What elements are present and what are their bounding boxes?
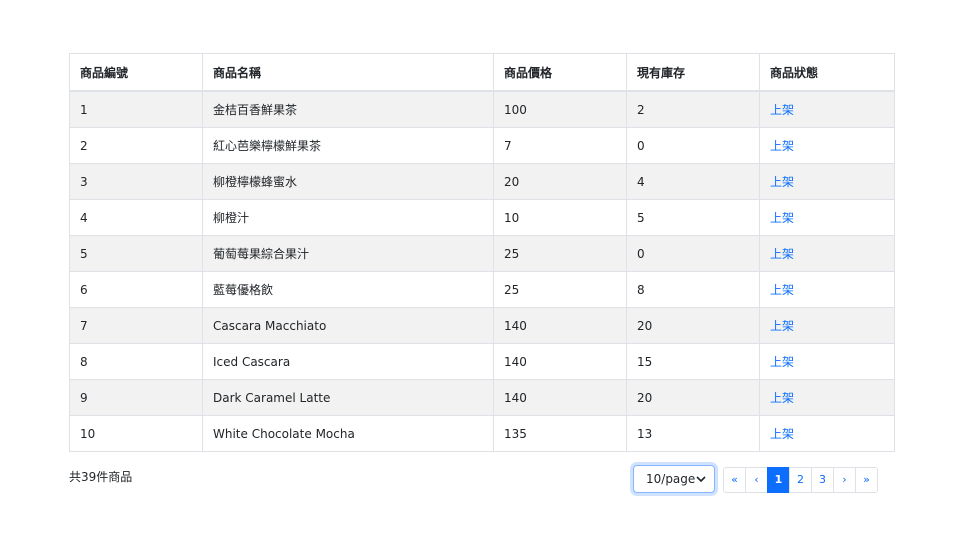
cell-product-price: 140: [493, 379, 627, 416]
cell-product-name: 葡萄莓果綜合果汁: [202, 235, 494, 272]
cell-status: 上架: [759, 235, 895, 272]
status-link[interactable]: 上架: [770, 175, 794, 189]
header-product-id: 商品編號: [69, 53, 203, 92]
cell-stock: 15: [626, 343, 760, 380]
cell-product-price: 140: [493, 307, 627, 344]
cell-status: 上架: [759, 127, 895, 164]
page-1-button[interactable]: 1: [767, 467, 790, 493]
cell-product-name: 柳橙汁: [202, 199, 494, 236]
table-footer: 共39件商品 10/page « ‹ 1 2 3 › »: [69, 465, 894, 497]
cell-product-id: 6: [69, 271, 203, 308]
cell-status: 上架: [759, 199, 895, 236]
table-row: 10 White Chocolate Mocha 135 13 上架: [69, 415, 895, 452]
status-link[interactable]: 上架: [770, 391, 794, 405]
cell-product-name: Cascara Macchiato: [202, 307, 494, 344]
cell-stock: 4: [626, 163, 760, 200]
cell-status: 上架: [759, 415, 895, 452]
table-row: 1 金桔百香鮮果茶 100 2 上架: [69, 90, 895, 128]
status-link[interactable]: 上架: [770, 355, 794, 369]
cell-status: 上架: [759, 379, 895, 416]
cell-product-id: 10: [69, 415, 203, 452]
cell-product-price: 135: [493, 415, 627, 452]
cell-stock: 5: [626, 199, 760, 236]
cell-product-name: Dark Caramel Latte: [202, 379, 494, 416]
prev-page-button[interactable]: ‹: [745, 467, 768, 493]
product-table-container: 商品編號 商品名稱 商品價格 現有庫存 商品狀態 1 金桔百香鮮果茶 100 2 上架 2…: [69, 53, 895, 452]
cell-product-name: White Chocolate Mocha: [202, 415, 494, 452]
cell-product-name: Iced Cascara: [202, 343, 494, 380]
page-3-button[interactable]: 3: [811, 467, 834, 493]
cell-product-id: 3: [69, 163, 203, 200]
cell-stock: 0: [626, 127, 760, 164]
cell-product-price: 25: [493, 271, 627, 308]
status-link[interactable]: 上架: [770, 247, 794, 261]
product-count: 共39件商品: [69, 470, 133, 484]
cell-status: 上架: [759, 343, 895, 380]
cell-product-id: 7: [69, 307, 203, 344]
cell-product-name: 藍莓優格飲: [202, 271, 494, 308]
cell-stock: 20: [626, 307, 760, 344]
product-table: 商品編號 商品名稱 商品價格 現有庫存 商品狀態 1 金桔百香鮮果茶 100 2 上架 2…: [69, 53, 895, 452]
table-row: 4 柳橙汁 10 5 上架: [69, 199, 895, 236]
table-row: 6 藍莓優格飲 25 8 上架: [69, 271, 895, 308]
cell-status: 上架: [759, 90, 895, 128]
cell-product-price: 140: [493, 343, 627, 380]
cell-product-id: 8: [69, 343, 203, 380]
cell-stock: 20: [626, 379, 760, 416]
table-row: 8 Iced Cascara 140 15 上架: [69, 343, 895, 380]
cell-product-id: 9: [69, 379, 203, 416]
table-row: 2 紅心芭樂檸檬鮮果茶 7 0 上架: [69, 127, 895, 164]
cell-product-price: 100: [493, 90, 627, 128]
status-link[interactable]: 上架: [770, 139, 794, 153]
header-status: 商品狀態: [759, 53, 895, 92]
table-row: 7 Cascara Macchiato 140 20 上架: [69, 307, 895, 344]
cell-product-id: 5: [69, 235, 203, 272]
next-page-button[interactable]: ›: [833, 467, 856, 493]
cell-product-id: 1: [69, 90, 203, 128]
cell-product-id: 4: [69, 199, 203, 236]
cell-status: 上架: [759, 307, 895, 344]
header-product-price: 商品價格: [493, 53, 627, 92]
status-link[interactable]: 上架: [770, 319, 794, 333]
status-link[interactable]: 上架: [770, 211, 794, 225]
cell-stock: 0: [626, 235, 760, 272]
cell-stock: 2: [626, 90, 760, 128]
cell-product-price: 25: [493, 235, 627, 272]
cell-product-name: 柳橙檸檬蜂蜜水: [202, 163, 494, 200]
header-product-name: 商品名稱: [202, 53, 494, 92]
page-size-value: 10/page: [646, 472, 696, 486]
cell-product-id: 2: [69, 127, 203, 164]
page-size-select[interactable]: 10/page: [633, 465, 715, 493]
cell-product-price: 20: [493, 163, 627, 200]
first-page-button[interactable]: «: [723, 467, 746, 493]
pagination: « ‹ 1 2 3 › »: [723, 467, 878, 493]
header-stock: 現有庫存: [626, 53, 760, 92]
table-row: 5 葡萄莓果綜合果汁 25 0 上架: [69, 235, 895, 272]
table-row: 9 Dark Caramel Latte 140 20 上架: [69, 379, 895, 416]
chevron-down-icon: [696, 466, 706, 503]
page-2-button[interactable]: 2: [789, 467, 812, 493]
cell-status: 上架: [759, 163, 895, 200]
cell-status: 上架: [759, 271, 895, 308]
status-link[interactable]: 上架: [770, 103, 794, 117]
cell-product-price: 7: [493, 127, 627, 164]
cell-stock: 13: [626, 415, 760, 452]
status-link[interactable]: 上架: [770, 427, 794, 441]
cell-product-name: 金桔百香鮮果茶: [202, 90, 494, 128]
last-page-button[interactable]: »: [855, 467, 878, 493]
cell-product-price: 10: [493, 199, 627, 236]
cell-product-name: 紅心芭樂檸檬鮮果茶: [202, 127, 494, 164]
table-row: 3 柳橙檸檬蜂蜜水 20 4 上架: [69, 163, 895, 200]
table-header-row: 商品編號 商品名稱 商品價格 現有庫存 商品狀態: [69, 53, 895, 92]
status-link[interactable]: 上架: [770, 283, 794, 297]
cell-stock: 8: [626, 271, 760, 308]
